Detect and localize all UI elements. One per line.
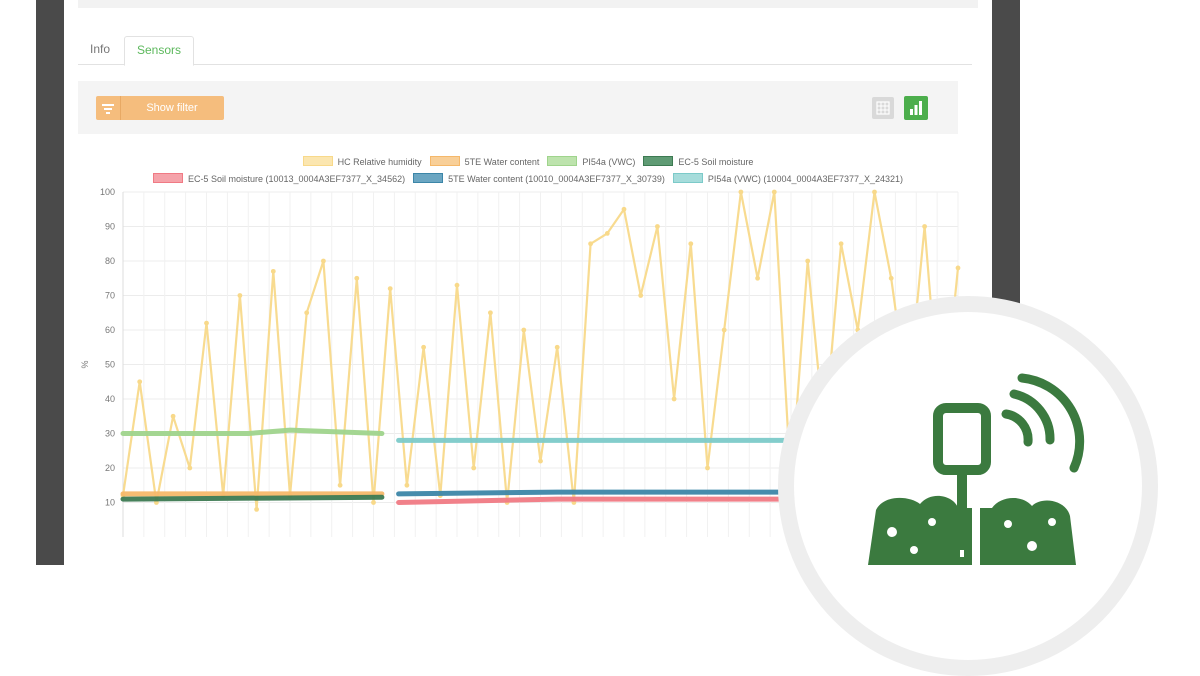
data-point [771,189,777,195]
data-point [721,327,727,333]
data-point [755,275,760,281]
data-point [204,320,209,326]
y-tick-label: 60 [105,325,115,335]
data-point [270,268,276,274]
bar-chart-icon [910,101,922,115]
data-point [655,224,660,229]
y-tick-label: 80 [105,256,115,266]
y-tick-label: 90 [105,222,115,232]
tab-bar: Info Sensors [78,36,972,66]
show-filter-button[interactable]: Show filter [96,96,224,120]
toolbar: Show filter [78,81,958,134]
data-point [588,241,593,247]
legend-item[interactable]: 5TE Water content [429,154,540,171]
background-left [0,0,36,565]
data-point [638,293,644,298]
data-point [922,224,927,229]
data-point [688,241,694,247]
data-point [321,258,326,264]
data-point [488,310,493,316]
data-point [888,275,894,281]
y-axis-label: % [80,360,90,368]
table-view-icon [876,101,890,115]
chart-view-button[interactable] [904,96,928,120]
data-point [187,465,193,471]
data-point [738,189,744,195]
data-point [387,286,393,291]
data-point [604,231,610,236]
y-tick-label: 100 [100,187,115,197]
legend-label: 5TE Water content [464,157,540,167]
data-point [371,500,376,505]
data-point [872,189,877,195]
data-point [354,275,360,281]
legend-label: EC-5 Soil moisture [678,157,754,167]
data-point [404,482,410,488]
legend-swatch [429,156,460,166]
y-tick-label: 40 [105,394,115,404]
data-point [671,396,677,402]
legend-swatch [547,156,578,166]
y-tick-label: 10 [105,498,115,508]
table-view-button[interactable] [872,97,894,119]
data-point [304,310,310,316]
y-tick-label: 70 [105,291,115,301]
y-tick-label: 30 [105,429,115,439]
data-point [805,258,811,264]
series-line [120,494,385,502]
data-point [170,413,176,419]
legend-swatch [643,156,674,166]
data-point [421,344,426,350]
series-line [120,427,385,436]
legend-item[interactable]: EC-5 Soil moisture [643,154,753,171]
data-point [838,241,844,247]
data-point [137,379,143,385]
legend-label: HC Relative humidity [337,157,422,167]
data-point [521,327,527,333]
data-point [538,458,543,464]
data-point [705,465,710,471]
y-tick-label: 50 [105,360,115,370]
data-point [337,482,343,488]
tab-info[interactable]: Info [78,36,122,63]
top-panel [78,0,978,8]
legend-swatch [302,156,333,166]
filter-icon [96,96,121,120]
data-point [237,293,243,298]
data-point [955,265,961,271]
data-point [454,282,460,288]
tab-sensors[interactable]: Sensors [124,36,195,66]
soil-sensor-icon [868,373,1085,565]
data-point [471,465,477,471]
legend-label: PI54a (VWC) [582,157,636,167]
data-point [621,206,627,212]
data-point [554,344,560,350]
legend-item[interactable]: PI54a (VWC) [547,154,635,171]
y-tick-label: 20 [105,463,115,473]
show-filter-label: Show filter [146,102,198,114]
data-point [254,507,259,512]
legend-item[interactable]: HC Relative humidity [302,154,422,171]
